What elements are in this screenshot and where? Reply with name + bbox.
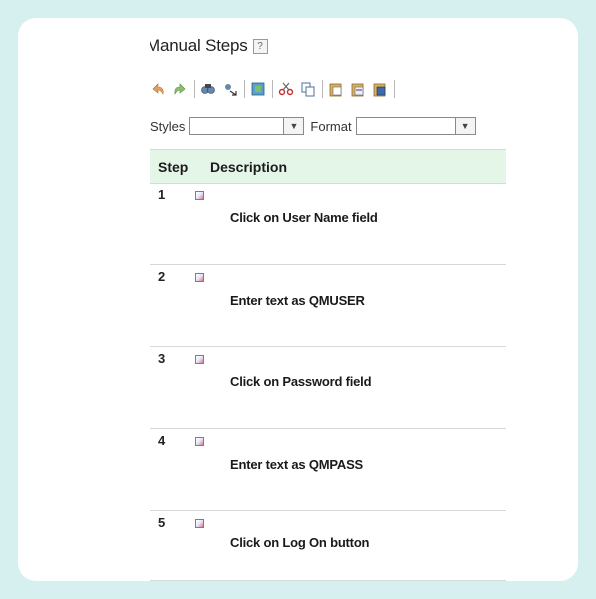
step-description: Enter text as QMUSER [230, 293, 365, 308]
toolbar-separator [322, 80, 323, 98]
copy-icon[interactable] [300, 81, 316, 97]
step-number: 1 [158, 187, 166, 202]
step-description: Enter text as QMPASS [230, 457, 364, 472]
format-select[interactable] [355, 117, 456, 135]
table-row[interactable]: 3 Click on Password field [150, 347, 506, 429]
insert-icon[interactable] [250, 81, 266, 97]
step-number: 2 [158, 269, 166, 284]
paste-icon[interactable] [328, 81, 344, 97]
toolbar-separator [244, 80, 245, 98]
table-row[interactable]: 1 Click on User Name field [150, 183, 506, 265]
table-row[interactable]: 4 Enter text as QMPASS [150, 429, 506, 511]
column-header-step[interactable]: Step [158, 159, 210, 175]
step-description: Click on Password field [230, 374, 372, 389]
manual-steps-panel: Manual Steps ? Styles ▼ Format ▼ Step De… [150, 18, 506, 581]
replace-icon[interactable] [222, 81, 238, 97]
row-icon[interactable] [195, 191, 204, 200]
table-row[interactable]: 2 Enter text as QMUSER [150, 265, 506, 347]
step-description: Click on Log On button [230, 535, 370, 550]
format-label: Format [310, 118, 352, 134]
format-dropdown-icon[interactable]: ▼ [455, 117, 476, 135]
toolbar-separator [394, 80, 395, 98]
grid-header: Step Description [150, 149, 506, 184]
format-bar: Styles ▼ Format ▼ [150, 115, 476, 137]
redo-icon[interactable] [172, 81, 188, 97]
help-icon[interactable]: ? [252, 38, 268, 54]
column-header-description[interactable]: Description [210, 159, 287, 175]
styles-dropdown-icon[interactable]: ▼ [284, 117, 305, 135]
find-icon[interactable] [200, 81, 216, 97]
row-icon[interactable] [195, 519, 204, 528]
styles-label: Styles [150, 118, 186, 134]
table-row[interactable]: 5 Click on Log On button [150, 511, 506, 581]
panel-title: Manual Steps [150, 36, 248, 55]
step-number: 5 [158, 515, 166, 530]
cut-icon[interactable] [278, 81, 294, 97]
step-description: Click on User Name field [230, 210, 378, 225]
row-icon[interactable] [195, 273, 204, 282]
row-icon[interactable] [195, 437, 204, 446]
panel-header: Manual Steps ? [150, 35, 268, 57]
step-number: 3 [158, 351, 166, 366]
editor-toolbar [150, 79, 400, 99]
card-container: Manual Steps ? Styles ▼ Format ▼ Step De… [18, 18, 578, 581]
paste-word-icon[interactable] [372, 81, 388, 97]
undo-icon[interactable] [150, 81, 166, 97]
styles-select[interactable] [189, 117, 285, 135]
toolbar-separator [194, 80, 195, 98]
toolbar-separator [272, 80, 273, 98]
row-icon[interactable] [195, 355, 204, 364]
step-number: 4 [158, 433, 166, 448]
paste-text-icon[interactable] [350, 81, 366, 97]
